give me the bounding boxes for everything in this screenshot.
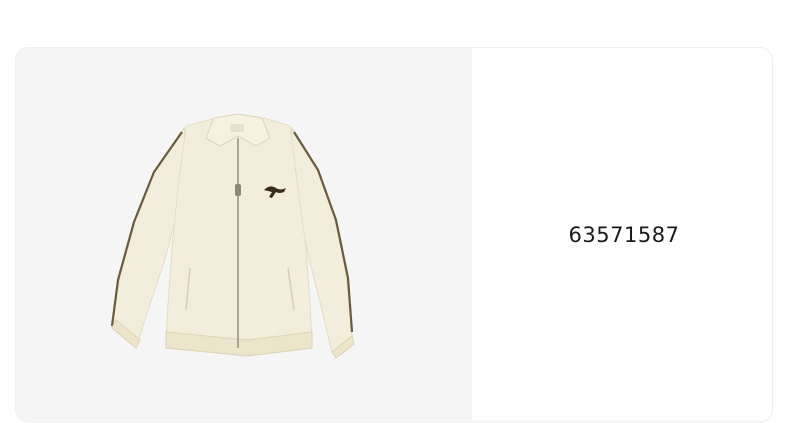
product-image[interactable]: [16, 48, 472, 421]
neck-label: [230, 124, 244, 132]
jacket-body: [165, 117, 313, 349]
product-info: 63571587: [472, 48, 772, 421]
zipper-pull: [235, 184, 241, 196]
jacket-illustration: [110, 113, 355, 359]
product-card[interactable]: 63571587: [16, 48, 772, 421]
product-id: 63571587: [568, 222, 680, 247]
